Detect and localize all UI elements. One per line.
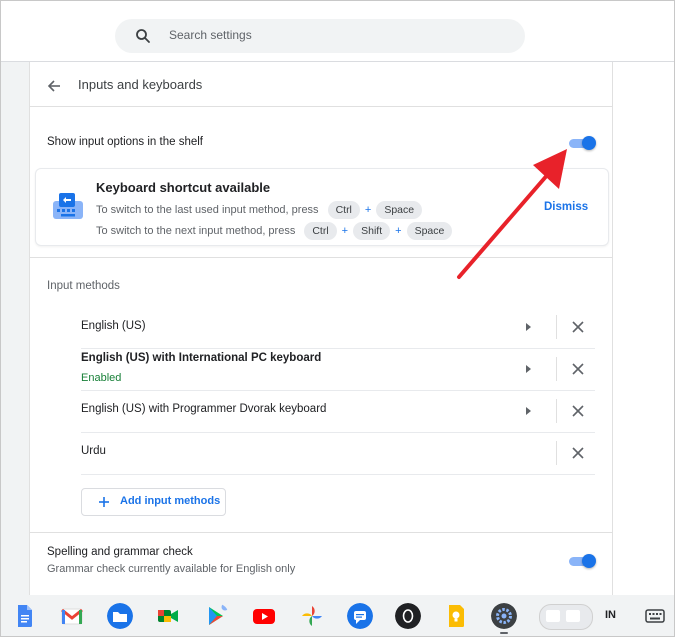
chevron-right-icon[interactable] <box>523 322 533 332</box>
remove-icon[interactable] <box>571 446 585 460</box>
show-input-options-toggle[interactable] <box>569 136 596 150</box>
key-plus: + <box>364 204 372 216</box>
messages-icon[interactable] <box>347 603 373 629</box>
input-method-name: Urdu <box>81 445 106 457</box>
spelling-subtitle: Grammar check currently available for En… <box>47 563 296 575</box>
divider <box>30 106 612 107</box>
input-method-row[interactable]: Urdu <box>81 432 595 475</box>
add-input-methods-label: Add input methods <box>120 495 221 507</box>
shortcut-card: Keyboard shortcut available To switch to… <box>35 168 609 246</box>
play-store-icon[interactable] <box>203 603 229 629</box>
top-bar: Search settings <box>1 1 674 62</box>
divider <box>30 257 612 258</box>
divider <box>30 532 612 533</box>
gmail-icon[interactable] <box>59 603 85 629</box>
settings-card: Inputs and keyboards Show input options … <box>29 62 613 595</box>
key-space: Space <box>406 222 453 240</box>
shortcut-title: Keyboard shortcut available <box>96 180 271 195</box>
vertical-divider <box>556 357 557 381</box>
keyboard-icon[interactable] <box>645 608 665 624</box>
docs-icon[interactable] <box>11 603 37 629</box>
remove-icon[interactable] <box>571 404 585 418</box>
shelf: IN <box>1 595 674 636</box>
vertical-divider <box>556 399 557 423</box>
add-input-methods-button[interactable]: Add input methods <box>81 488 226 516</box>
input-method-row[interactable]: English (US) <box>81 306 595 349</box>
back-arrow-icon[interactable] <box>46 78 62 94</box>
search-input[interactable]: Search settings <box>169 28 252 42</box>
active-app-indicator <box>500 632 508 634</box>
shortcut-line-last: To switch to the last used input method,… <box>96 201 425 219</box>
input-methods-heading: Input methods <box>47 280 120 292</box>
key-ctrl: Ctrl <box>304 222 337 240</box>
chevron-right-icon[interactable] <box>523 406 533 416</box>
key-plus: + <box>341 225 349 237</box>
dismiss-button[interactable]: Dismiss <box>544 201 588 213</box>
search-field[interactable]: Search settings <box>115 19 525 53</box>
vertical-divider <box>556 315 557 339</box>
keyboard-shortcut-icon <box>53 193 83 219</box>
chevron-right-icon[interactable] <box>523 364 533 374</box>
circle-o-icon[interactable] <box>395 603 421 629</box>
tray-pill[interactable] <box>539 604 593 630</box>
shortcut-line-next-text: To switch to the next input method, pres… <box>96 225 296 237</box>
files-icon[interactable] <box>107 603 133 629</box>
page-header: Inputs and keyboards <box>30 62 612 106</box>
keep-icon[interactable] <box>443 603 469 629</box>
key-ctrl: Ctrl <box>327 201 360 219</box>
input-method-name: English (US) with International PC keybo… <box>81 352 322 364</box>
key-space: Space <box>376 201 423 219</box>
spelling-toggle[interactable] <box>569 554 596 568</box>
key-shift: Shift <box>353 222 391 240</box>
screen: Search settings Inputs and keyboards Sho… <box>0 0 675 637</box>
youtube-icon[interactable] <box>251 603 277 629</box>
vertical-divider <box>556 441 557 465</box>
plus-icon <box>99 497 109 507</box>
input-method-row[interactable]: English (US) with Programmer Dvorak keyb… <box>81 390 595 433</box>
photos-icon[interactable] <box>299 603 325 629</box>
meet-icon[interactable] <box>155 603 181 629</box>
show-input-options-label: Show input options in the shelf <box>47 136 203 148</box>
input-method-name: English (US) <box>81 320 146 332</box>
settings-icon[interactable] <box>491 603 517 629</box>
input-method-name: English (US) with Programmer Dvorak keyb… <box>81 403 327 415</box>
side-panel <box>612 62 674 595</box>
input-method-status: Enabled <box>81 372 122 384</box>
remove-icon[interactable] <box>571 362 585 376</box>
shortcut-line-last-text: To switch to the last used input method,… <box>96 204 319 216</box>
input-method-row[interactable]: English (US) with International PC keybo… <box>81 348 595 391</box>
search-icon <box>136 29 150 43</box>
remove-icon[interactable] <box>571 320 585 334</box>
ime-indicator[interactable]: IN <box>605 609 616 621</box>
key-plus: + <box>395 225 402 237</box>
spelling-title: Spelling and grammar check <box>47 546 193 558</box>
page-title: Inputs and keyboards <box>78 77 203 92</box>
shortcut-line-next: To switch to the next input method, pres… <box>96 222 455 240</box>
